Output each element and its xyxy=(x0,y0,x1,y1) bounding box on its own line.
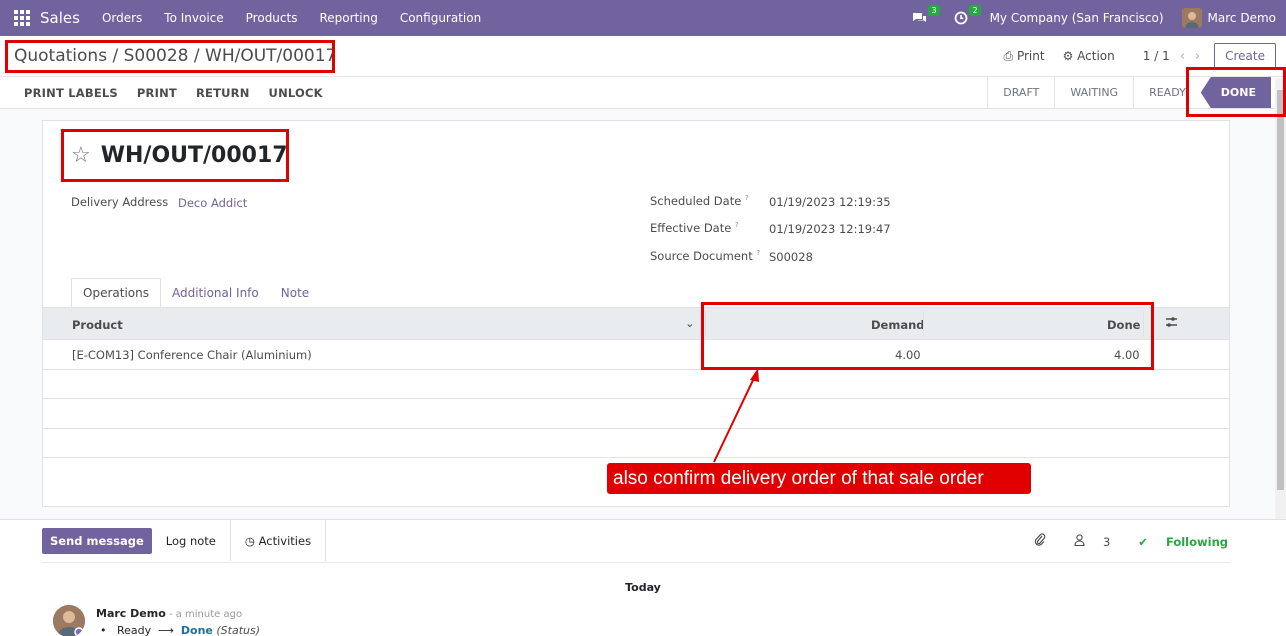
annotation-arrow xyxy=(713,368,759,463)
annotation-callout: also confirm delivery order of that sale… xyxy=(607,463,1031,494)
